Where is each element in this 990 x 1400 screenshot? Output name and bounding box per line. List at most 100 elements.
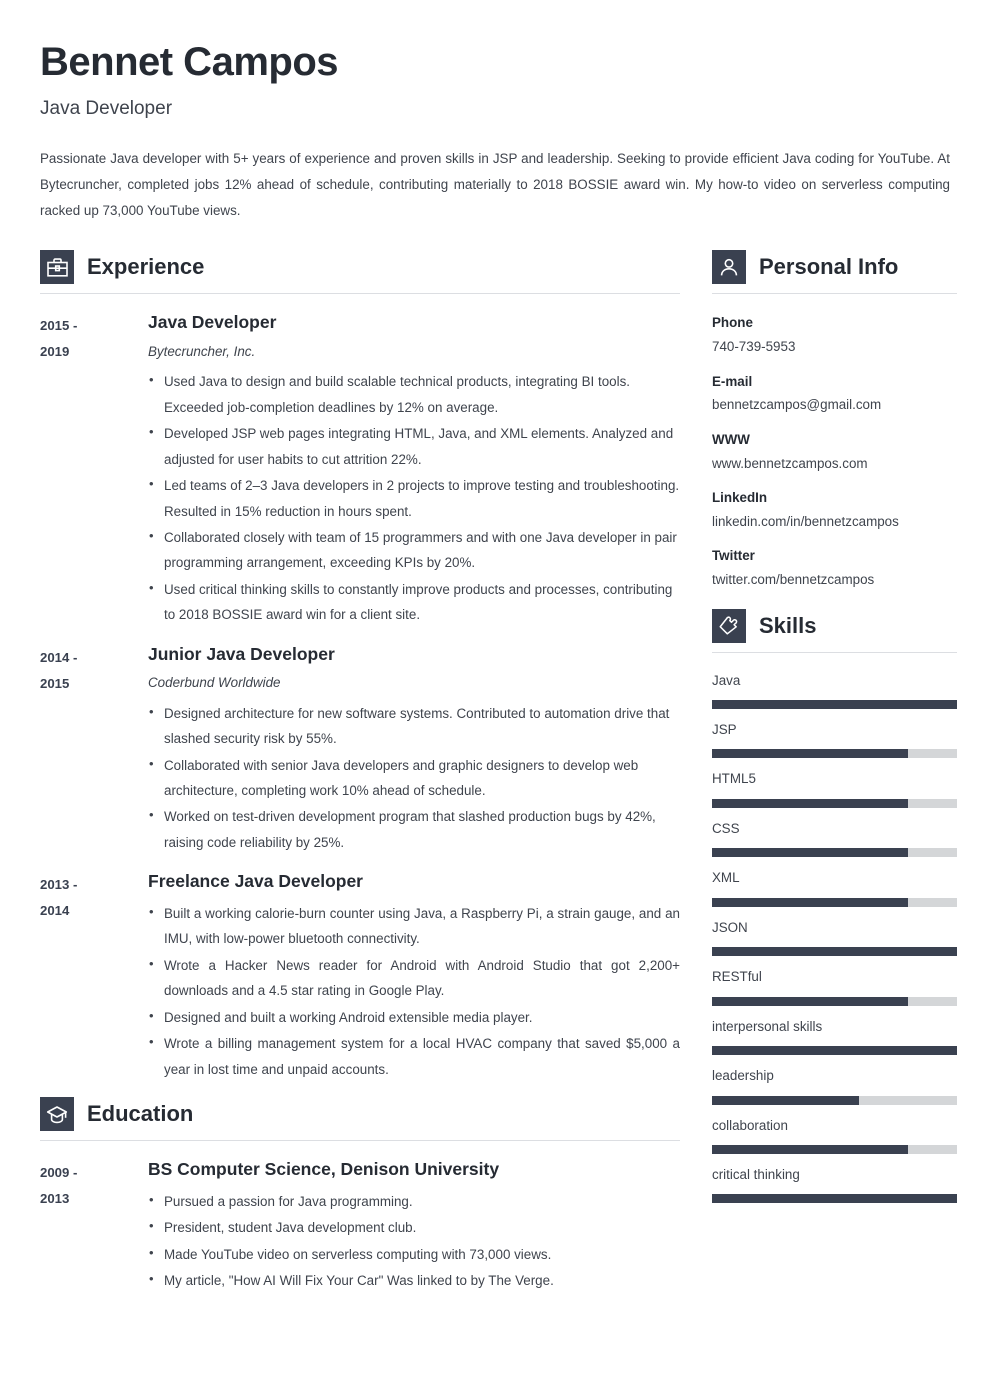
- entry-bullet: Made YouTube video on serverless computi…: [148, 1241, 680, 1267]
- skill-level-fill: [712, 1144, 908, 1154]
- briefcase-icon: [40, 250, 74, 285]
- timeline-entry: 2013 - 2014 Freelance Java Developer Built …: [40, 870, 680, 1083]
- personal-info-section: Personal Info Phone 740-739-5953 E-mail ben…: [712, 250, 957, 590]
- entry-bullet: Built a working calorie-burn counter usi…: [148, 900, 680, 952]
- skill-name: HTML5: [712, 771, 756, 787]
- candidate-name: Bennet Campos: [40, 40, 339, 84]
- entry-date-start: 2015 -: [40, 318, 78, 334]
- skills-section-header: Skills: [712, 608, 957, 643]
- entry-bullet: Collaborated closely with team of 15 pro…: [148, 524, 680, 576]
- skill-item: XML: [712, 867, 957, 907]
- skill-item: RESTful: [712, 966, 957, 1006]
- skills-divider: [712, 651, 957, 653]
- entry-body: Freelance Java Developer Built a working …: [148, 870, 680, 1083]
- skill-name: RESTful: [712, 969, 762, 985]
- skill-name: critical thinking: [712, 1166, 800, 1182]
- skill-name: JSP: [712, 722, 737, 738]
- skill-name: collaboration: [712, 1117, 788, 1133]
- skill-level-track: [712, 897, 957, 907]
- skill-item: interpersonal skills: [712, 1016, 957, 1056]
- skill-level-fill: [712, 700, 957, 710]
- skill-level-fill: [712, 1194, 957, 1204]
- entry-bullet: My article, "How AI Will Fix Your Car" W…: [148, 1267, 680, 1293]
- entry-dates: 2009 - 2013: [40, 1158, 148, 1211]
- personal-info-label: Twitter: [712, 548, 755, 564]
- person-icon: [712, 250, 746, 285]
- entry-role: Junior Java Developer: [148, 643, 335, 664]
- skill-level-track: [712, 798, 957, 808]
- skill-level-track: [712, 1194, 957, 1204]
- experience-divider: [40, 293, 680, 295]
- entry-bullet: Designed and built a working Android ext…: [148, 1004, 680, 1030]
- skill-item: JSP: [712, 719, 957, 759]
- skill-level-fill: [712, 947, 957, 957]
- entry-body: BS Computer Science, Denison University P…: [148, 1158, 680, 1295]
- entry-date-end: 2013: [40, 1191, 70, 1207]
- personal-info-label: E-mail: [712, 373, 753, 389]
- entry-bullet-list: Designed architecture for new software s…: [148, 700, 680, 856]
- entry-bullet-list: Used Java to design and build scalable t…: [148, 368, 680, 628]
- skill-level-fill: [712, 1095, 859, 1105]
- entry-date-start: 2009 -: [40, 1165, 78, 1181]
- main-column: Experience 2015 - 2019 Java Developer Bytec…: [40, 250, 680, 1308]
- entry-date-end: 2014: [40, 903, 70, 919]
- personal-info-item: Phone 740-739-5953: [712, 311, 957, 357]
- personal-info-value[interactable]: linkedin.com/in/bennetzcampos: [712, 511, 957, 532]
- resume-header: Bennet Campos Java Developer Passionate …: [40, 40, 950, 224]
- skill-level-fill: [712, 996, 908, 1006]
- skills-section: Skills Java JSP HTML5 CSS XML JSON RESTful inte…: [712, 608, 957, 1204]
- entry-bullet: Wrote a Hacker News reader for Android w…: [148, 952, 680, 1004]
- personal-info-value[interactable]: twitter.com/bennetzcampos: [712, 569, 957, 590]
- skill-level-fill: [712, 798, 908, 808]
- personal-info-label: LinkedIn: [712, 490, 768, 506]
- personal-info-value[interactable]: 740-739-5953: [712, 336, 957, 357]
- personal-info-item: LinkedIn linkedin.com/in/bennetzcampos: [712, 486, 957, 532]
- entry-bullet: Designed architecture for new software s…: [148, 700, 680, 752]
- entry-bullet: Developed JSP web pages integrating HTML…: [148, 420, 680, 472]
- entry-company: Bytecruncher, Inc.: [148, 344, 256, 360]
- personal-info-label: WWW: [712, 431, 750, 447]
- candidate-job-title: Java Developer: [40, 98, 173, 119]
- personal-info-item: E-mail bennetzcampos@gmail.com: [712, 370, 957, 416]
- skill-item: HTML5: [712, 768, 957, 808]
- entry-role: Java Developer: [148, 312, 277, 333]
- puzzle-piece-icon: [712, 608, 746, 643]
- experience-title: Experience: [87, 254, 205, 280]
- skill-item: collaboration: [712, 1115, 957, 1154]
- personal-info-item: Twitter twitter.com/bennetzcampos: [712, 544, 957, 590]
- graduation-cap-icon: [40, 1097, 74, 1132]
- entry-bullet-list: Built a working calorie-burn counter usi…: [148, 900, 680, 1082]
- skill-level-fill: [712, 749, 908, 759]
- entry-dates: 2015 - 2019: [40, 311, 148, 364]
- skill-item: JSON: [712, 917, 957, 957]
- personal-info-value[interactable]: www.bennetzcampos.com: [712, 453, 957, 474]
- entry-bullet: Wrote a billing management system for a …: [148, 1030, 680, 1082]
- skill-level-track: [712, 947, 957, 957]
- education-title: Education: [87, 1101, 194, 1127]
- entry-date-end: 2019: [40, 344, 70, 360]
- skills-title: Skills: [759, 612, 817, 638]
- entry-date-start: 2013 -: [40, 877, 78, 893]
- entry-bullet: Worked on test-driven development progra…: [148, 803, 680, 855]
- entry-bullet: Collaborated with senior Java developers…: [148, 752, 680, 804]
- skill-level-track: [712, 996, 957, 1006]
- skill-level-fill: [712, 897, 908, 907]
- skill-name: leadership: [712, 1068, 774, 1084]
- skill-name: JSON: [712, 919, 748, 935]
- personal-info-value[interactable]: bennetzcampos@gmail.com: [712, 394, 957, 415]
- timeline-entry: 2014 - 2015 Junior Java Developer Coderbund…: [40, 643, 680, 857]
- personal-info-title: Personal Info: [759, 254, 899, 280]
- personal-info-divider: [712, 293, 957, 295]
- timeline-entry: 2015 - 2019 Java Developer Bytecruncher, In…: [40, 311, 680, 628]
- personal-info-label: Phone: [712, 315, 753, 331]
- skill-level-track: [712, 1046, 957, 1056]
- skill-item: leadership: [712, 1065, 957, 1105]
- sidebar-column: Personal Info Phone 740-739-5953 E-mail ben…: [712, 250, 957, 1221]
- education-section: Education 2009 - 2013 BS Computer Science,…: [40, 1097, 680, 1295]
- skill-level-fill: [712, 848, 908, 858]
- entry-dates: 2014 - 2015: [40, 643, 148, 696]
- skill-level-track: [712, 700, 957, 710]
- skill-name: XML: [712, 870, 740, 886]
- experience-section-header: Experience: [40, 250, 680, 285]
- entry-bullet: President, student Java development club…: [148, 1214, 680, 1240]
